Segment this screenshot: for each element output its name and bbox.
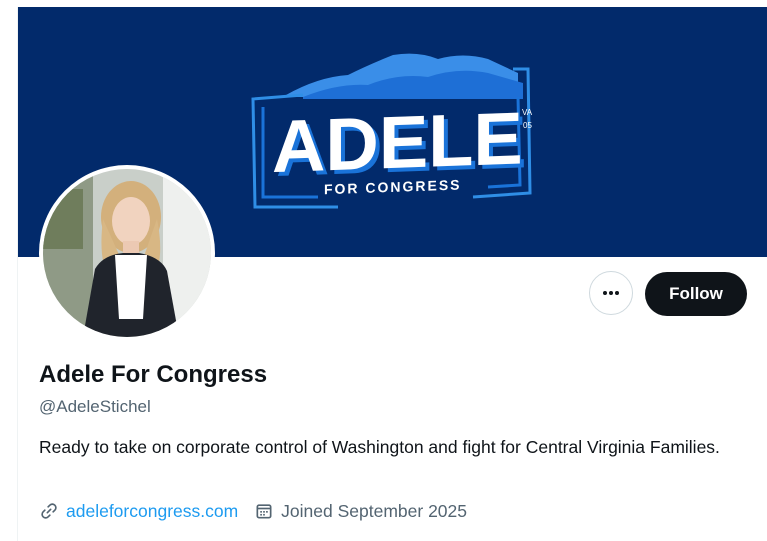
profile-display-name: Adele For Congress [39,361,268,388]
logo-state: VA [522,108,533,117]
profile-meta: adeleforcongress.com Joined September 20… [39,499,467,523]
logo-district: 05 [523,121,532,130]
website-link[interactable]: adeleforcongress.com [66,501,238,522]
link-icon [41,503,57,519]
logo-tagline: FOR CONGRESS [324,177,462,198]
profile-bio: Ready to take on corporate control of Wa… [39,437,720,457]
logo-name: ADELE [272,96,523,188]
joined-date: Joined September 2025 [281,500,467,521]
profile-handle: @AdeleStichel [39,397,151,416]
website-item: adeleforcongress.com [39,501,238,522]
more-horizontal-icon [603,291,619,295]
profile-card: ADELE ADELE FOR CONGRESS VA 05 Follow Ad… [17,7,767,541]
profile-avatar[interactable] [39,165,215,341]
joined-item: Joined September 2025 [254,501,467,522]
more-options-button[interactable] [589,271,633,315]
follow-button[interactable]: Follow [645,272,747,316]
calendar-icon [256,504,272,519]
